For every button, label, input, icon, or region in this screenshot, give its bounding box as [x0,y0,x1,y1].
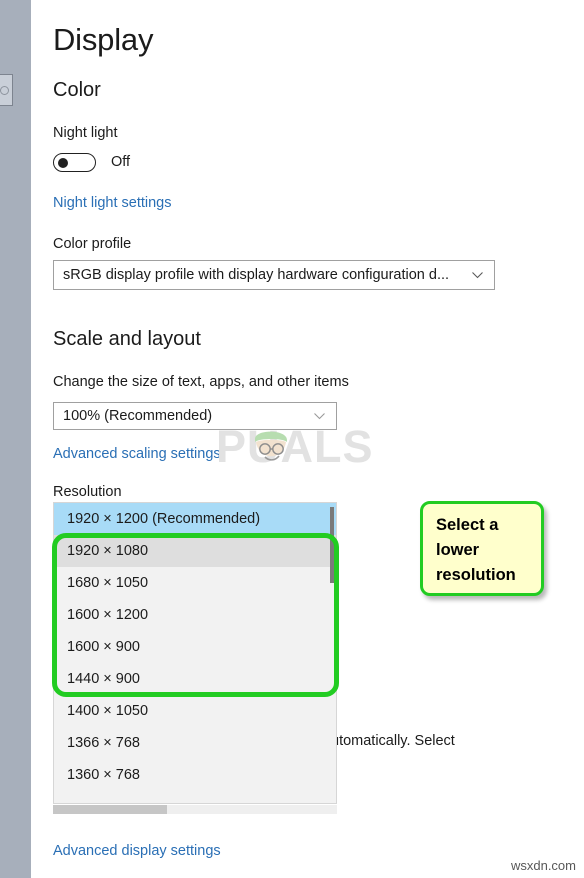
color-profile-dropdown[interactable]: sRGB display profile with display hardwa… [53,260,495,290]
horizontal-scrollbar-track[interactable] [53,805,337,814]
list-item[interactable]: 1440 × 900 [54,663,336,695]
color-profile-value: sRGB display profile with display hardwa… [63,267,450,283]
list-item[interactable]: 1920 × 1080 [54,535,336,567]
night-light-settings-link[interactable]: Night light settings [53,195,171,211]
chevron-down-icon [313,410,326,423]
horizontal-scrollbar-thumb[interactable] [53,805,167,814]
resolution-label: Resolution [53,484,122,500]
page-title: Display [53,22,154,57]
night-light-toggle[interactable] [53,153,96,172]
mascot-face-icon [255,431,287,461]
circle-icon [0,86,9,95]
list-item[interactable]: 1366 × 768 [54,727,336,759]
vertical-scrollbar-thumb[interactable] [330,507,334,583]
color-profile-label: Color profile [53,236,132,252]
scale-value: 100% (Recommended) [63,408,213,424]
list-item[interactable]: 1920 × 1200 (Recommended) [54,503,336,535]
advanced-scaling-settings-link[interactable]: Advanced scaling settings [53,446,221,462]
callout-text: Select a lower resolution [436,516,516,584]
night-light-label: Night light [53,125,118,141]
section-heading-color: Color [53,79,101,101]
resolution-dropdown-list[interactable]: 1920 × 1200 (Recommended) 1920 × 1080 16… [53,502,337,804]
display-settings-page: Display Color Night light Off Night ligh… [31,0,584,878]
site-watermark: wsxdn.com [510,858,576,873]
advanced-display-settings-link[interactable]: Advanced display settings [53,843,221,859]
scale-label: Change the size of text, apps, and other… [53,374,349,390]
section-heading-scale-and-layout: Scale and layout [53,328,201,350]
night-light-state-text: Off [111,154,131,170]
scale-dropdown[interactable]: 100% (Recommended) [53,402,337,430]
resolution-helper-text: utomatically. Select [331,733,455,749]
list-item[interactable]: 1400 × 1050 [54,695,336,727]
toggle-knob [58,157,68,168]
sidebar-partial-control[interactable] [0,74,13,106]
list-item[interactable]: 1680 × 1050 [54,567,336,599]
chevron-down-icon [471,269,484,282]
list-item[interactable]: 1600 × 1200 [54,599,336,631]
callout-box: Select a lower resolution [420,501,544,596]
list-item[interactable]: 1600 × 900 [54,631,336,663]
list-item[interactable]: 1360 × 768 [54,759,336,791]
left-sidebar-rail [0,0,31,878]
